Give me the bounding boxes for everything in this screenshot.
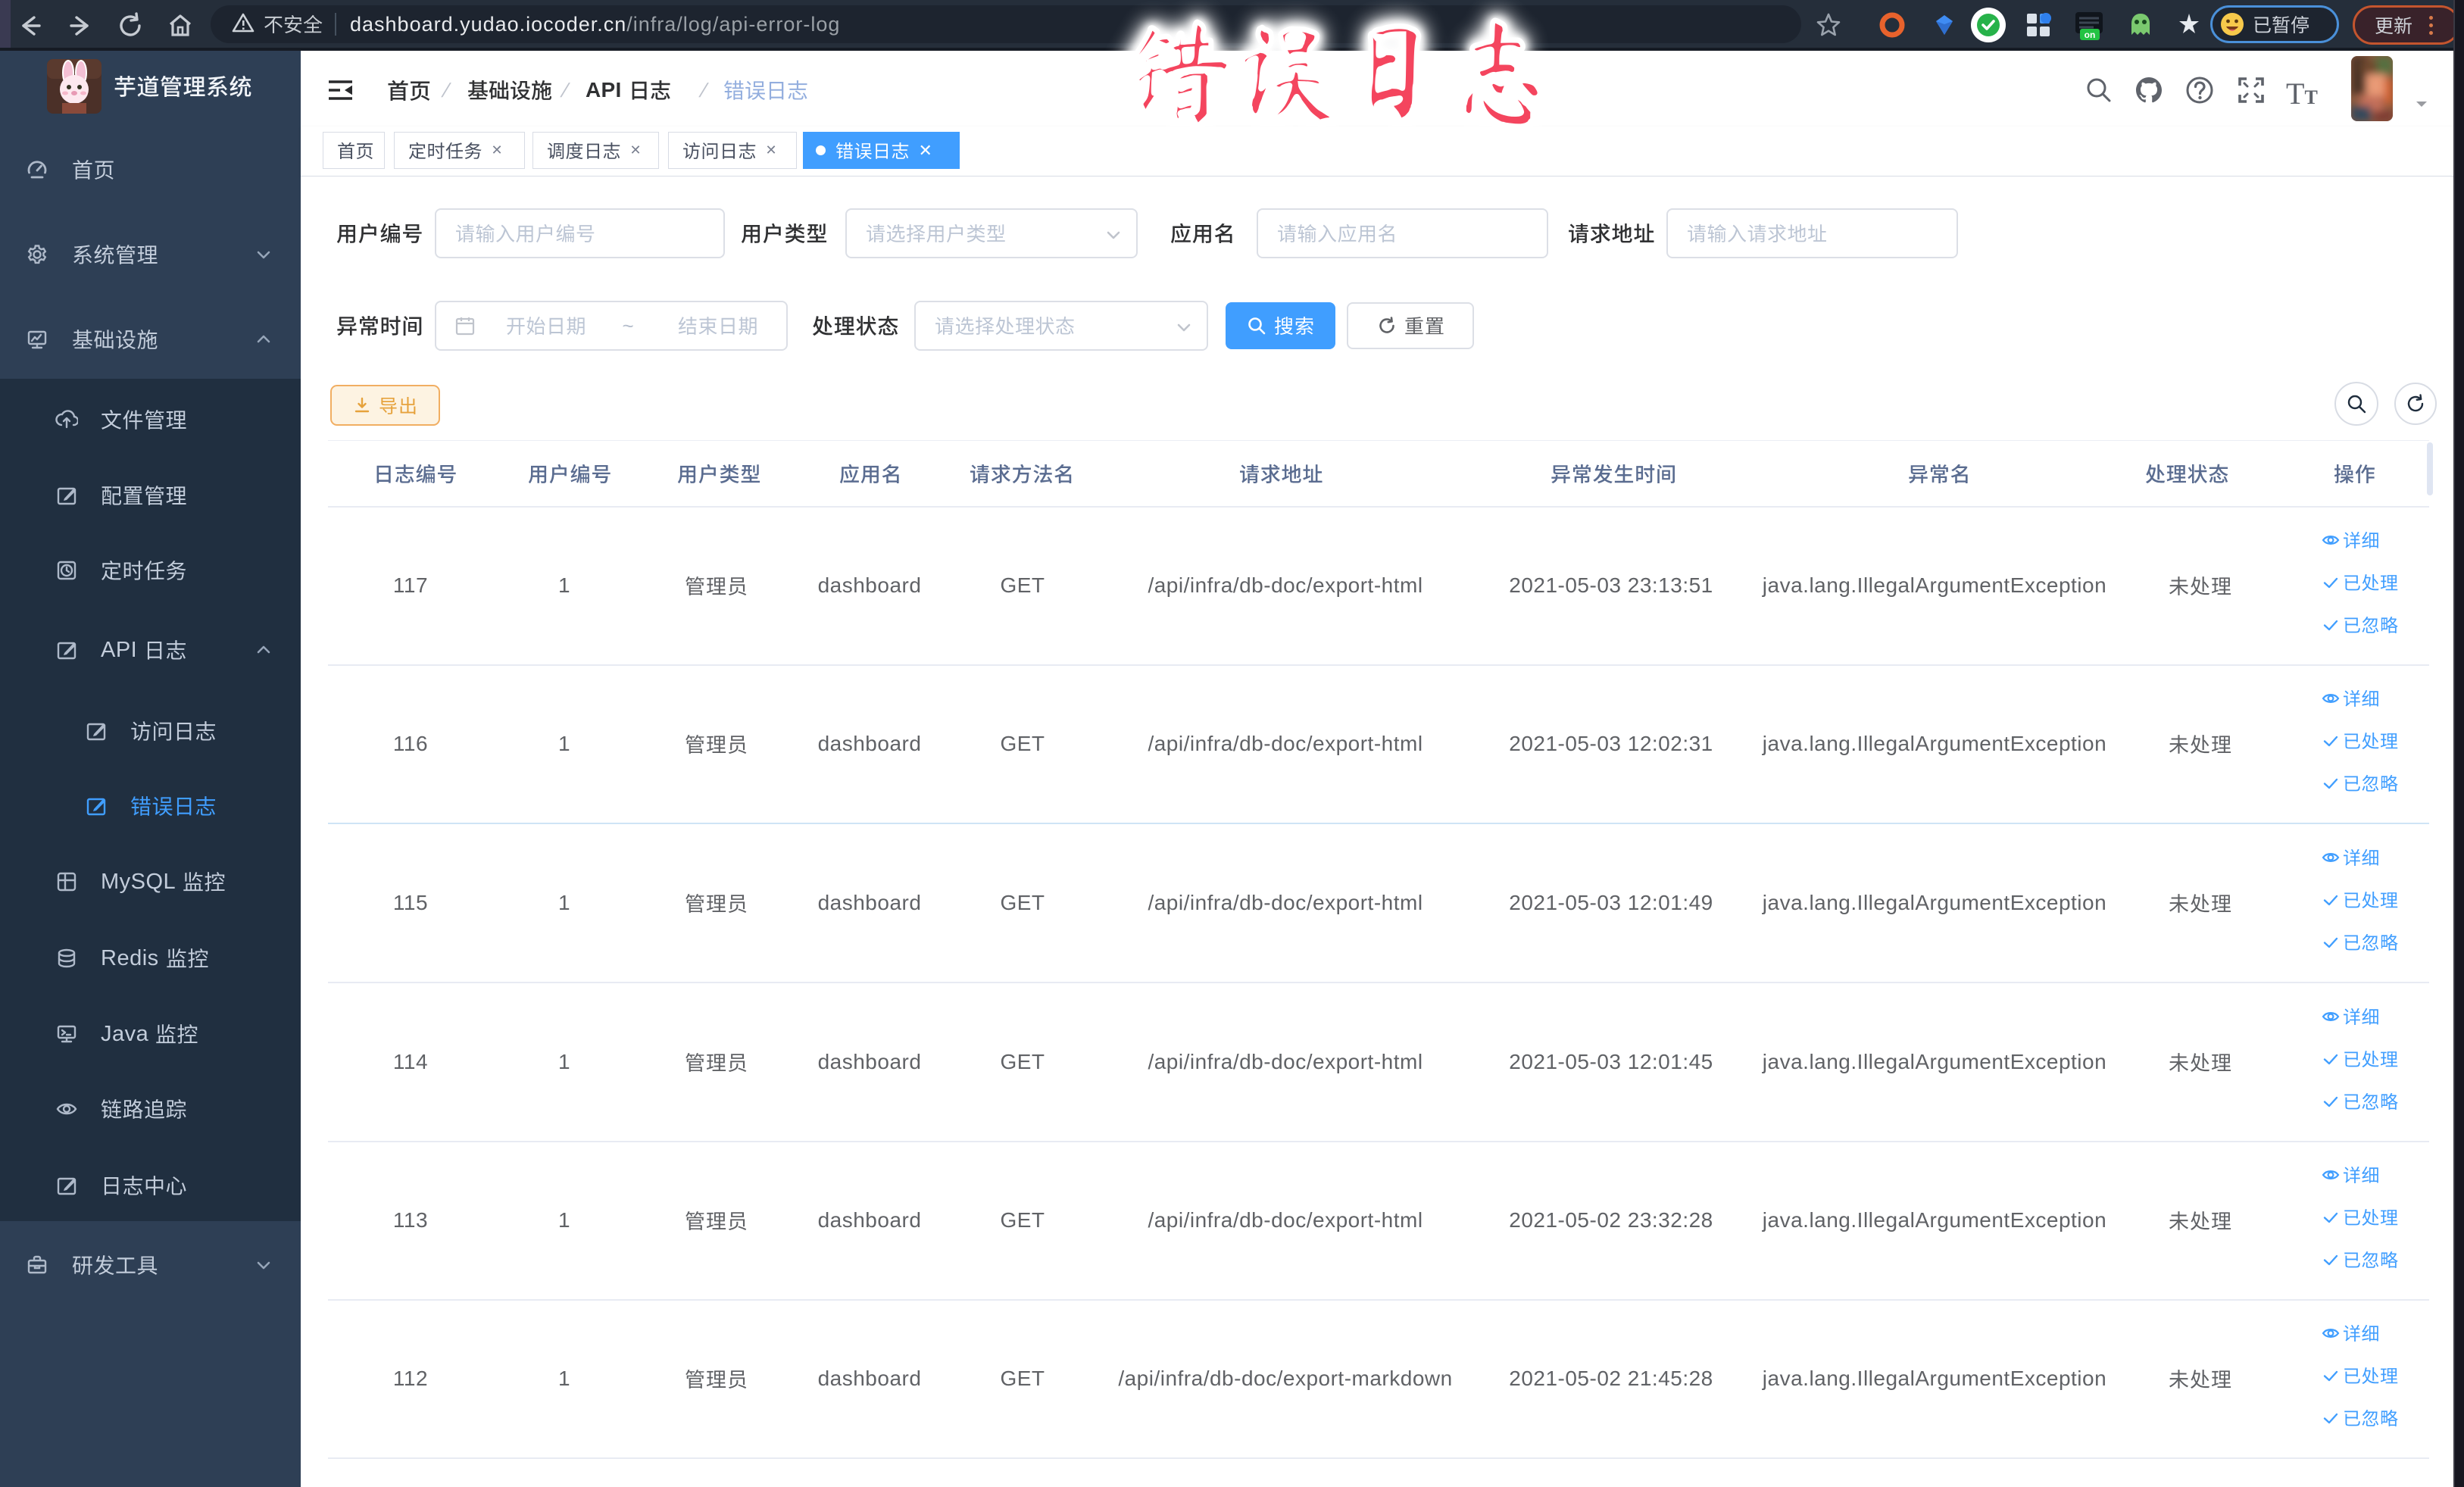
svg-text:on: on: [2085, 30, 2096, 40]
